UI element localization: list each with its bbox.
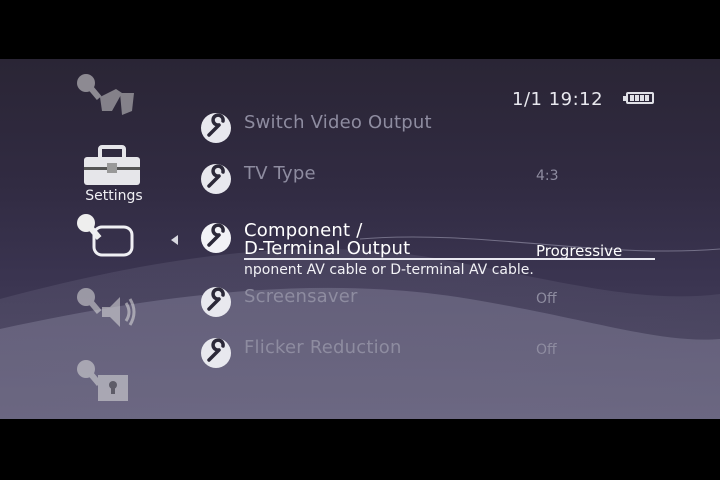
security-settings-icon[interactable] xyxy=(72,357,132,403)
wrench-icon xyxy=(201,338,231,368)
menu-item-screensaver[interactable]: Screensaver Off xyxy=(200,286,680,326)
menu-item-tv-type[interactable]: TV Type 4:3 xyxy=(200,163,680,203)
menu-item-label-line2: D-Terminal Output xyxy=(244,238,411,259)
menu-item-value: Off xyxy=(536,291,557,307)
menu-item-component-output[interactable]: Component / D-Terminal Output Progressiv… xyxy=(200,222,680,262)
menu-item-switch-video-output[interactable]: Switch Video Output xyxy=(200,112,680,152)
display-settings-icon[interactable] xyxy=(72,211,138,259)
menu-item-flicker-reduction[interactable]: Flicker Reduction Off xyxy=(200,337,680,377)
help-text: nponent AV cable or D-terminal AV cable. xyxy=(244,262,534,278)
toolbox-icon[interactable] xyxy=(82,145,142,187)
menu-item-label: Screensaver xyxy=(244,286,358,307)
wrench-icon xyxy=(201,113,231,143)
sound-settings-icon[interactable] xyxy=(72,285,140,331)
wrench-icon xyxy=(201,287,231,317)
menu-item-label: TV Type xyxy=(244,163,316,184)
status-date: 1/1 xyxy=(512,89,543,110)
selection-underline xyxy=(244,258,655,260)
xmb-screen: 1/1 19:12 Settings Switch Video Output T… xyxy=(0,59,720,419)
menu-item-label: Switch Video Output xyxy=(244,112,432,133)
menu-item-label: Component / D-Terminal Output xyxy=(244,222,410,258)
network-settings-icon[interactable] xyxy=(72,71,140,119)
wrench-icon xyxy=(201,164,231,194)
category-label: Settings xyxy=(85,188,143,204)
battery-icon xyxy=(623,92,654,104)
status-time: 19:12 xyxy=(548,89,604,110)
selection-pointer-icon xyxy=(171,235,178,245)
menu-item-label: Flicker Reduction xyxy=(244,337,402,358)
wrench-icon xyxy=(201,223,231,253)
menu-item-value: 4:3 xyxy=(536,168,559,184)
menu-item-value: Off xyxy=(536,342,557,358)
status-clock: 1/1 19:12 xyxy=(512,89,603,110)
